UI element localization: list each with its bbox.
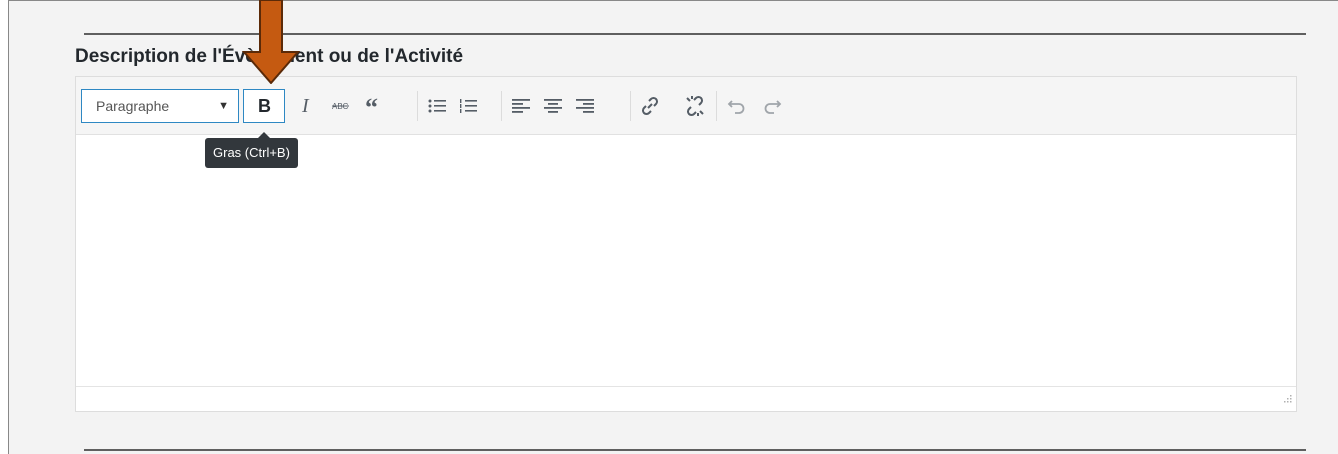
bullet-list-button[interactable] xyxy=(422,89,452,123)
toolbar-separator xyxy=(417,91,418,121)
bullet-list-icon xyxy=(428,98,446,114)
align-left-icon xyxy=(512,98,530,114)
align-center-icon xyxy=(544,98,562,114)
rich-text-editor: Paragraphe ▼ B I ABC “ xyxy=(75,76,1297,412)
align-center-button[interactable] xyxy=(538,89,568,123)
bold-button[interactable]: B xyxy=(243,89,285,123)
format-select[interactable]: Paragraphe ▼ xyxy=(81,89,239,123)
resize-handle-icon[interactable] xyxy=(1282,390,1292,408)
editor-toolbar: Paragraphe ▼ B I ABC “ xyxy=(76,77,1296,135)
editor-statusbar xyxy=(76,386,1296,411)
svg-text:I: I xyxy=(301,96,310,116)
link-icon xyxy=(640,96,660,116)
bold-icon: B xyxy=(256,96,272,116)
align-right-icon xyxy=(576,98,594,114)
insert-link-button[interactable] xyxy=(635,89,665,123)
svg-text:B: B xyxy=(258,96,271,116)
numbered-list-icon xyxy=(459,98,477,114)
bottom-divider xyxy=(84,449,1306,451)
redo-icon xyxy=(762,98,782,114)
format-select-value: Paragraphe xyxy=(96,98,170,114)
blockquote-icon: “ xyxy=(365,96,383,116)
down-arrow-icon xyxy=(242,0,300,84)
remove-link-button[interactable] xyxy=(680,89,710,123)
align-left-button[interactable] xyxy=(506,89,536,123)
toolbar-separator xyxy=(716,91,717,121)
svg-text:“: “ xyxy=(365,96,378,116)
italic-button[interactable]: I xyxy=(292,89,322,123)
redo-button[interactable] xyxy=(757,89,787,123)
undo-icon xyxy=(727,98,747,114)
align-right-button[interactable] xyxy=(570,89,600,123)
undo-button[interactable] xyxy=(722,89,752,123)
italic-icon: I xyxy=(300,96,314,116)
blockquote-button[interactable]: “ xyxy=(359,89,389,123)
toolbar-separator xyxy=(630,91,631,121)
strikethrough-button[interactable]: ABC xyxy=(326,89,356,123)
chevron-down-icon: ▼ xyxy=(218,100,229,112)
bold-tooltip: Gras (Ctrl+B) xyxy=(205,132,298,168)
unlink-icon xyxy=(684,95,706,117)
strikethrough-icon: ABC xyxy=(332,100,350,112)
numbered-list-button[interactable] xyxy=(453,89,483,123)
toolbar-separator xyxy=(501,91,502,121)
editor-content-area[interactable] xyxy=(76,135,1296,387)
